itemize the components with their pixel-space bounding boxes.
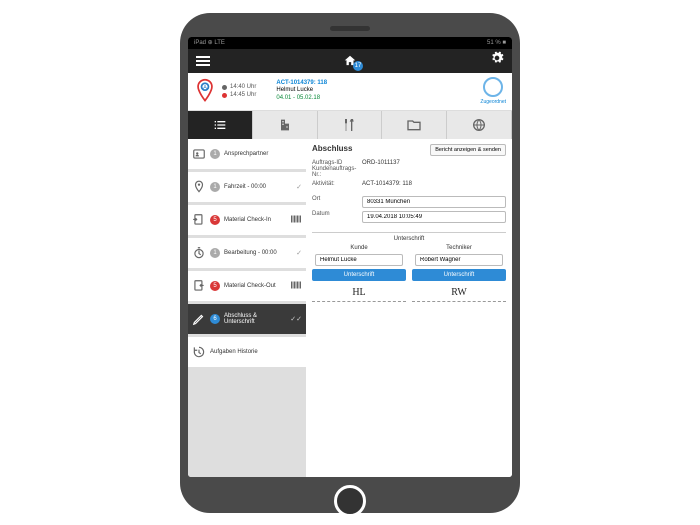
page-title: Abschluss (312, 144, 352, 153)
customer-name: Helmut Lucke (276, 87, 327, 94)
avatar[interactable]: Zugeordnet (480, 77, 506, 105)
sidebar-item-label: Bearbeitung - 00:00 (224, 250, 277, 256)
home-button[interactable] (334, 485, 366, 517)
ort-input[interactable] (362, 196, 506, 208)
kunde-label: Kunde (350, 245, 367, 251)
date-range: 04.01 - 05.02.18 (276, 95, 327, 102)
time-1: 14:40 Uhr (230, 84, 256, 90)
activity-value: ACT-1014379: 118 (362, 181, 412, 187)
checkin-icon (192, 213, 206, 227)
tab-bar (188, 111, 512, 139)
sidebar-item-label: Aufgaben Historie (210, 349, 258, 355)
badge: 1 (210, 248, 220, 258)
kunde-signature-box[interactable]: HL (312, 284, 406, 302)
top-bar: 17 (188, 49, 512, 73)
order-label: Auftrags-ID Kundenauftrags-Nr.: (312, 160, 358, 178)
tab-building[interactable] (253, 111, 318, 139)
tab-tools[interactable] (318, 111, 383, 139)
phone-speaker (330, 26, 370, 31)
status-left: iPad ⊕ LTE (194, 39, 225, 46)
contact-icon (192, 147, 206, 161)
sidebar-item-travel[interactable]: 1 Fahrzeit - 00:00 ✓ (188, 172, 306, 202)
kunde-sign-button[interactable]: Unterschrift (312, 269, 406, 281)
sidebar-item-label: Fahrzeit - 00:00 (224, 184, 266, 190)
header-panel: A 14:40 Uhr 14:45 Uhr ACT-1014379: 118 H… (188, 73, 512, 111)
techniker-name-input[interactable] (415, 254, 503, 266)
screen: iPad ⊕ LTE 51 % ■ 17 A 14:40 Uhr 14:45 U… (188, 37, 512, 477)
settings-icon[interactable] (490, 51, 504, 70)
tab-folder[interactable] (382, 111, 447, 139)
history-icon (192, 345, 206, 359)
check-icon: ✓ (296, 183, 302, 191)
sidebar-item-label: Material Check-Out (224, 283, 276, 289)
ort-label: Ort (312, 196, 358, 208)
customer-signature-col: Kunde Unterschrift HL (312, 245, 406, 302)
sidebar-item-checkin[interactable]: 5 Material Check-In (188, 205, 306, 235)
technician-signature-col: Techniker Unterschrift RW (412, 245, 506, 302)
home-icon[interactable]: 17 (342, 54, 358, 68)
sidebar: 1 Ansprechpartner 1 Fahrzeit - 00:00 ✓ 5… (188, 139, 306, 477)
sidebar-item-contact[interactable]: 1 Ansprechpartner (188, 139, 306, 169)
tab-list[interactable] (188, 111, 253, 139)
badge: 5 (210, 281, 220, 291)
activity-label: Aktivität: (312, 181, 358, 187)
menu-icon[interactable] (196, 56, 210, 66)
signature-section: Unterschrift Kunde Unterschrift HL Techn… (312, 232, 506, 302)
home-badge: 17 (353, 61, 363, 71)
pen-icon (192, 312, 206, 326)
datum-input[interactable] (362, 211, 506, 223)
report-button[interactable]: Bericht anzeigen & senden (430, 144, 506, 156)
check-icon: ✓ (296, 249, 302, 257)
main-panel: Abschluss Bericht anzeigen & senden Auft… (306, 139, 512, 477)
sidebar-item-label: Abschluss & Unterschrift (224, 313, 286, 325)
avatar-label: Zugeordnet (480, 99, 506, 105)
barcode-icon (290, 213, 302, 227)
phone-frame: iPad ⊕ LTE 51 % ■ 17 A 14:40 Uhr 14:45 U… (180, 13, 520, 513)
sidebar-item-work[interactable]: 1 Bearbeitung - 00:00 ✓ (188, 238, 306, 268)
check-icon: ✓✓ (290, 315, 302, 323)
location-icon (192, 180, 206, 194)
header-detail: ACT-1014379: 118 Helmut Lucke 04.01 - 05… (276, 80, 327, 102)
sidebar-item-history[interactable]: Aufgaben Historie (188, 337, 306, 367)
avatar-icon (483, 77, 503, 97)
dot-icon (222, 85, 227, 90)
content-body: 1 Ansprechpartner 1 Fahrzeit - 00:00 ✓ 5… (188, 139, 512, 477)
badge: 1 (210, 149, 220, 159)
techniker-signature-box[interactable]: RW (412, 284, 506, 302)
techniker-sign-button[interactable]: Unterschrift (412, 269, 506, 281)
status-bar: iPad ⊕ LTE 51 % ■ (188, 37, 512, 49)
location-pin-icon[interactable]: A (194, 78, 216, 104)
badge: 6 (210, 314, 220, 324)
kunde-name-input[interactable] (315, 254, 403, 266)
sidebar-item-checkout[interactable]: 5 Material Check-Out (188, 271, 306, 301)
techniker-label: Techniker (446, 245, 472, 251)
checkout-icon (192, 279, 206, 293)
sidebar-item-label: Ansprechpartner (224, 151, 268, 157)
main-header: Abschluss Bericht anzeigen & senden (312, 144, 506, 156)
badge: 5 (210, 215, 220, 225)
status-right: 51 % ■ (487, 40, 506, 46)
signature-title: Unterschrift (312, 232, 506, 242)
stopwatch-icon (192, 246, 206, 260)
activity-id: ACT-1014379: 118 (276, 80, 327, 87)
sidebar-item-signature[interactable]: 6 Abschluss & Unterschrift ✓✓ (188, 304, 306, 334)
order-value: ORD-1011137 (362, 160, 400, 178)
time-2: 14:45 Uhr (230, 92, 256, 98)
dot-icon (222, 93, 227, 98)
datum-label: Datum (312, 211, 358, 223)
tab-globe[interactable] (447, 111, 512, 139)
badge: 1 (210, 182, 220, 192)
time-list: 14:40 Uhr 14:45 Uhr (222, 84, 256, 98)
barcode-icon (290, 279, 302, 293)
sidebar-item-label: Material Check-In (224, 217, 271, 223)
